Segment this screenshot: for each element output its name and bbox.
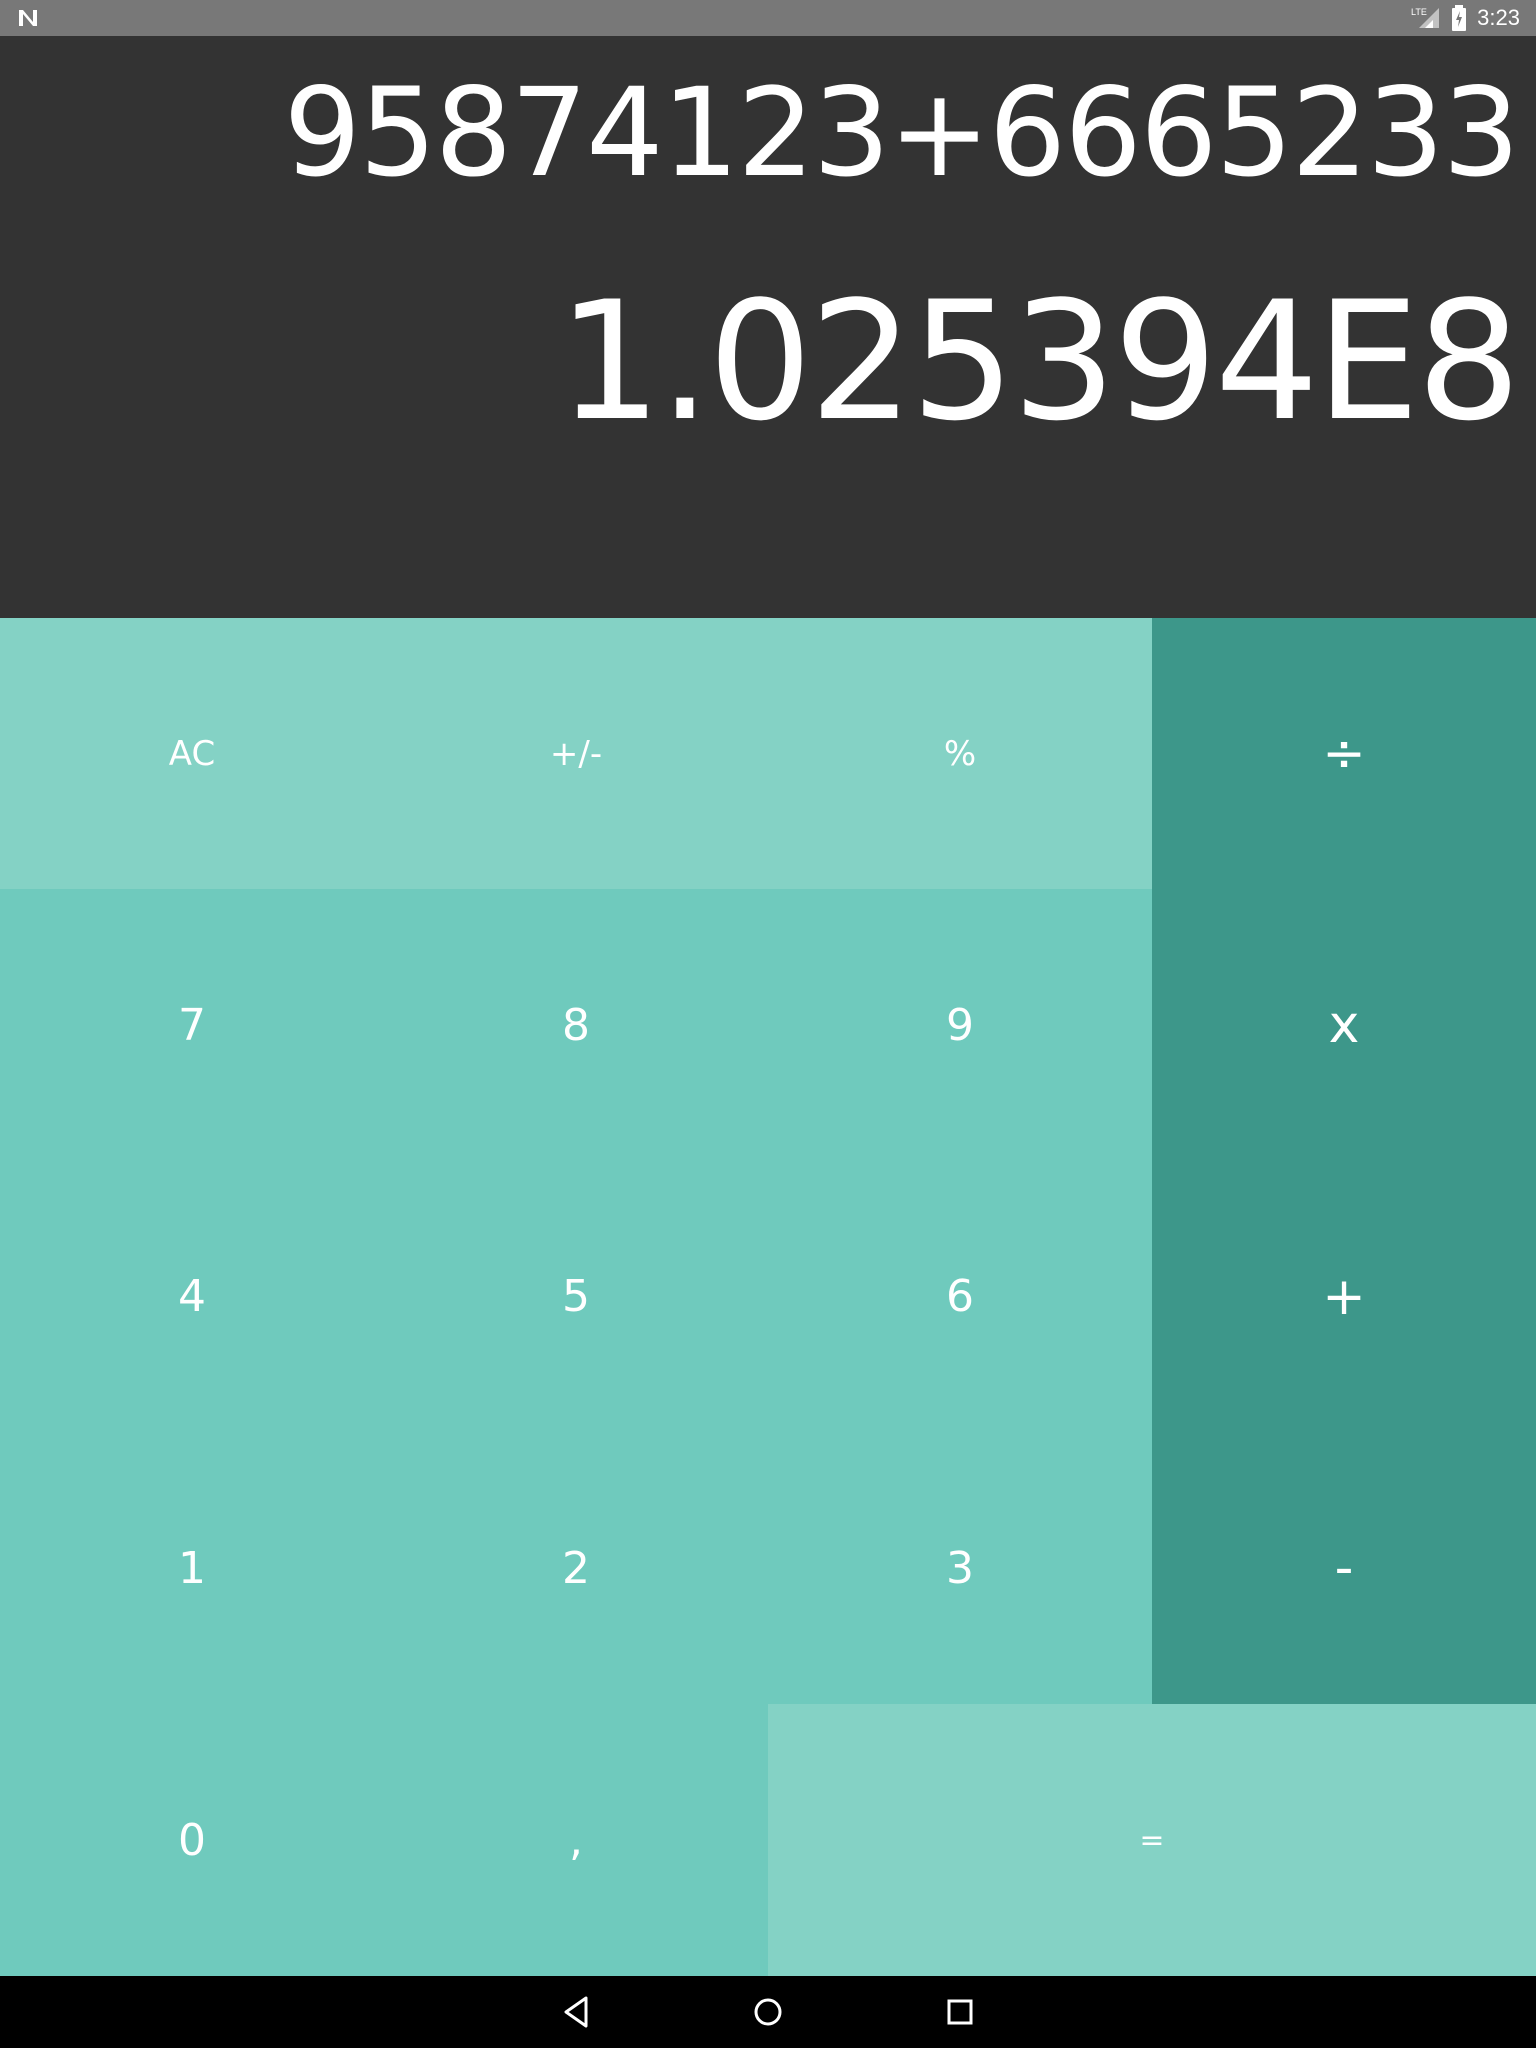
digit-6-button[interactable]: 6 [768,1161,1152,1432]
digit-4-button[interactable]: 4 [0,1161,384,1432]
digit-7-button[interactable]: 7 [0,889,384,1161]
digit-2-button[interactable]: 2 [384,1432,768,1704]
digit-5-button[interactable]: 5 [384,1161,768,1432]
multiply-button[interactable]: x [1152,889,1536,1161]
clear-button[interactable]: AC [0,618,384,889]
recents-icon[interactable] [940,1992,980,2032]
home-icon[interactable] [748,1992,788,2032]
toggle-sign-button[interactable]: +/- [384,618,768,889]
keypad: AC +/- % ÷ 7 8 9 x 4 5 6 + 1 2 3 - 0 , = [0,618,1536,1976]
signal-icon: LTE [1411,7,1440,28]
result-text: 1.025394E8 [557,266,1521,457]
status-time: 3:23 [1477,5,1520,30]
calculator-display: 95874123+6665233 1.025394E8 [0,36,1536,618]
svg-text:LTE: LTE [1411,7,1427,17]
notification-n-icon [19,10,37,26]
add-button[interactable]: + [1152,1161,1536,1432]
digit-3-button[interactable]: 3 [768,1432,1152,1704]
expression-text: 95874123+6665233 [283,62,1520,204]
back-icon[interactable] [556,1992,596,2032]
digit-0-button[interactable]: 0 [0,1704,384,1976]
decimal-separator-button[interactable]: , [384,1704,768,1976]
status-bar: LTE 3:23 [0,0,1536,36]
status-icons: LTE 3:23 [1411,0,1520,36]
divide-button[interactable]: ÷ [1152,618,1536,889]
equals-button[interactable]: = [768,1704,1536,1976]
digit-8-button[interactable]: 8 [384,889,768,1161]
subtract-button[interactable]: - [1152,1432,1536,1704]
digit-1-button[interactable]: 1 [0,1432,384,1704]
digit-9-button[interactable]: 9 [768,889,1152,1161]
navigation-bar [0,1976,1536,2048]
battery-icon [1452,5,1467,31]
percent-button[interactable]: % [768,618,1152,889]
